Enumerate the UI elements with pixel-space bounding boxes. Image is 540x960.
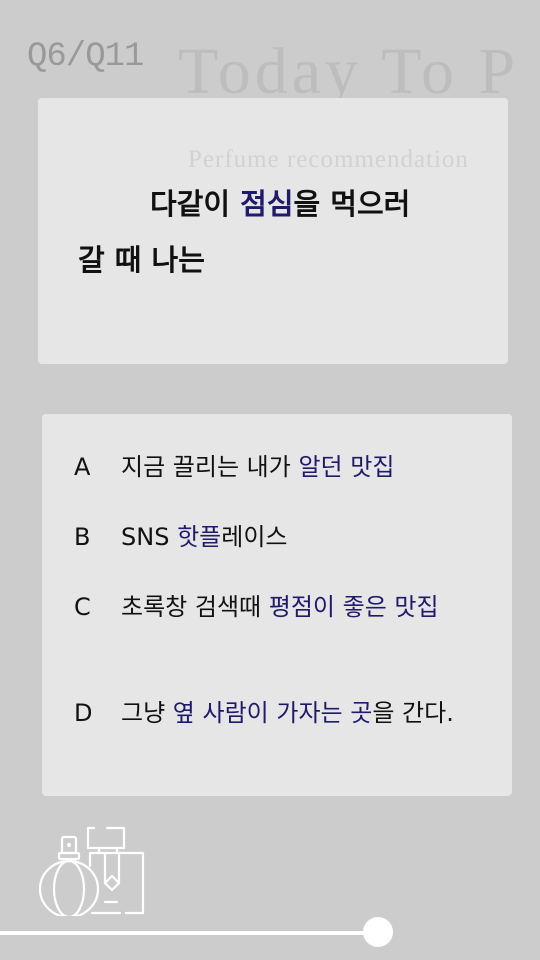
question-line-1: 다같이 점심을 먹으러 xyxy=(78,176,498,232)
option-a[interactable]: A 지금 끌리는 내가 알던 맛집 xyxy=(74,452,504,482)
question-counter: Q6/Q11 xyxy=(27,38,144,76)
text-segment: 지금 끌리는 내가 xyxy=(121,453,299,481)
option-text: SNS 핫플레이스 xyxy=(121,522,504,552)
highlight-text: 평점이 좋은 맛집 xyxy=(268,593,439,621)
background-subtitle: Perfume recommendation xyxy=(188,146,469,173)
progress-knob[interactable] xyxy=(363,917,393,947)
answer-card: A 지금 끌리는 내가 알던 맛집 B SNS 핫플레이스 C 초록창 검색때 평점이… xyxy=(42,414,512,796)
option-text: 그냥 옆 사람이 가자는 곳을 간다. xyxy=(121,698,504,728)
text-segment: SNS xyxy=(121,523,178,551)
question-text: 다같이 점심을 먹으러 갈 때 나는 xyxy=(78,176,498,288)
option-letter: B xyxy=(74,523,91,551)
option-d[interactable]: D 그냥 옆 사람이 가자는 곳을 간다. xyxy=(74,698,504,728)
option-b[interactable]: B SNS 핫플레이스 xyxy=(74,522,504,552)
option-text: 초록창 검색때 평점이 좋은 맛집 xyxy=(121,592,504,622)
option-letter: C xyxy=(74,593,91,621)
text-segment: 다같이 xyxy=(150,187,241,221)
highlight-text: 알던 맛집 xyxy=(298,453,395,481)
option-letter: A xyxy=(74,453,91,481)
highlight-text: 점심 xyxy=(240,187,294,221)
question-line-2: 갈 때 나는 xyxy=(78,243,205,277)
option-c[interactable]: C 초록창 검색때 평점이 좋은 맛집 xyxy=(74,592,504,622)
highlight-text: 옆 사람이 가자는 곳 xyxy=(172,699,373,727)
text-segment: 레이스 xyxy=(221,523,288,551)
perfume-bottles-icon xyxy=(38,826,145,916)
option-letter: D xyxy=(74,699,93,727)
text-segment: 초록창 검색때 xyxy=(121,593,269,621)
text-segment: 을 먹으러 xyxy=(293,187,411,221)
highlight-text: 핫플 xyxy=(177,523,222,551)
text-segment: 그냥 xyxy=(121,699,173,727)
text-segment: 을 간다. xyxy=(372,699,454,727)
option-text: 지금 끌리는 내가 알던 맛집 xyxy=(121,452,504,482)
progress-bar xyxy=(0,931,378,935)
question-card: 다같이 점심을 먹으러 갈 때 나는 xyxy=(38,98,508,364)
